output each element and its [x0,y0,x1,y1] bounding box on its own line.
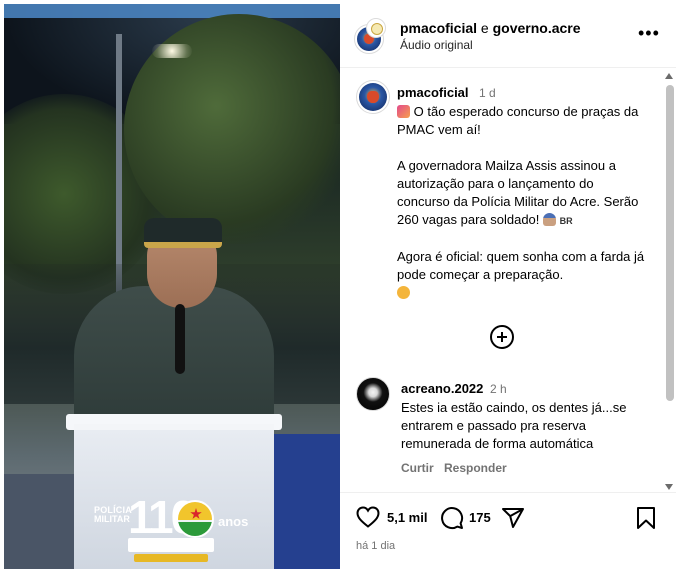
scroll-down-arrow-icon[interactable] [665,484,673,490]
paper-plane-icon[interactable] [501,506,525,530]
logo-building [128,538,214,552]
header-conj: e [480,20,489,36]
caption-line-3: Agora é oficial: quem sonha com a farda … [397,249,645,282]
microphone [175,304,185,374]
pm-110-anos-logo: POLÍCIA MILITAR 110 anos [94,492,264,566]
bookmark-icon[interactable] [636,506,656,530]
comment-like-button[interactable]: Curtir [401,461,434,475]
logo-anos: anos [218,514,249,529]
logo-date-ribbon [134,554,208,562]
comment-time: 2 h [490,382,507,396]
scroll-up-arrow-icon[interactable] [665,73,673,79]
logo-militar: MILITAR [94,514,130,524]
add-comment-icon[interactable] [490,325,514,349]
comment-text: Estes ia estão caindo, os dentes já...se… [401,400,627,451]
post-header: pmacoficial e governo.acre Áudio origina… [340,4,676,68]
caption-line-1: O tão esperado concurso de praças da PMA… [397,104,639,137]
header-user2[interactable]: governo.acre [493,20,581,36]
scrollbar-thumb[interactable] [666,85,674,401]
collab-avatar[interactable] [366,18,386,38]
caption-username[interactable]: pmacoficial [397,85,469,100]
caption-time[interactable]: 1 d [479,86,496,100]
br-flag-tag: BR [559,216,573,226]
comment-count[interactable]: 175 [469,510,491,525]
caption-avatar[interactable] [356,80,390,114]
header-usernames: pmacoficial e governo.acre [400,20,581,36]
caption-line-2: A governadora Mailza Assis assinou a aut… [397,158,639,227]
heart-icon[interactable] [356,506,380,528]
more-horizontal-icon[interactable]: ••• [638,24,660,42]
instagram-post-window: POLÍCIA MILITAR 110 anos pmacoficial e g… [0,0,676,571]
police-officer-emoji-icon [543,213,557,226]
like-count[interactable]: 5,1 mil [387,510,427,525]
comment-reply-button[interactable]: Responder [444,461,507,475]
acre-flag-emblem [176,500,214,538]
comment-bubble-icon[interactable] [440,506,464,530]
party-popper-emoji-icon [397,105,410,118]
floor-left [4,474,74,569]
officer-cap [144,218,222,248]
video-top-strip [4,4,340,18]
comment-avatar[interactable] [356,377,390,411]
caption-text: O tão esperado concurso de praças da PMA… [397,103,649,302]
comment-username[interactable]: acreano.2022 [401,381,483,396]
flexed-biceps-emoji-icon [397,286,410,299]
comments-scroll-area[interactable]: pmacoficial 1 d O tão esperado concurso … [340,69,676,492]
blue-table [266,434,340,569]
post-side-panel: pmacoficial e governo.acre Áudio origina… [340,4,676,569]
post-date: há 1 dia [356,540,396,552]
post-video[interactable]: POLÍCIA MILITAR 110 anos [4,4,340,569]
original-audio-link[interactable]: Áudio original [400,38,473,52]
street-lamp [152,44,192,58]
header-user1[interactable]: pmacoficial [400,20,477,36]
post-actions-bar: 5,1 mil 175 há 1 dia [340,492,676,569]
scrollbar[interactable] [664,69,676,492]
light-pole [116,34,122,294]
